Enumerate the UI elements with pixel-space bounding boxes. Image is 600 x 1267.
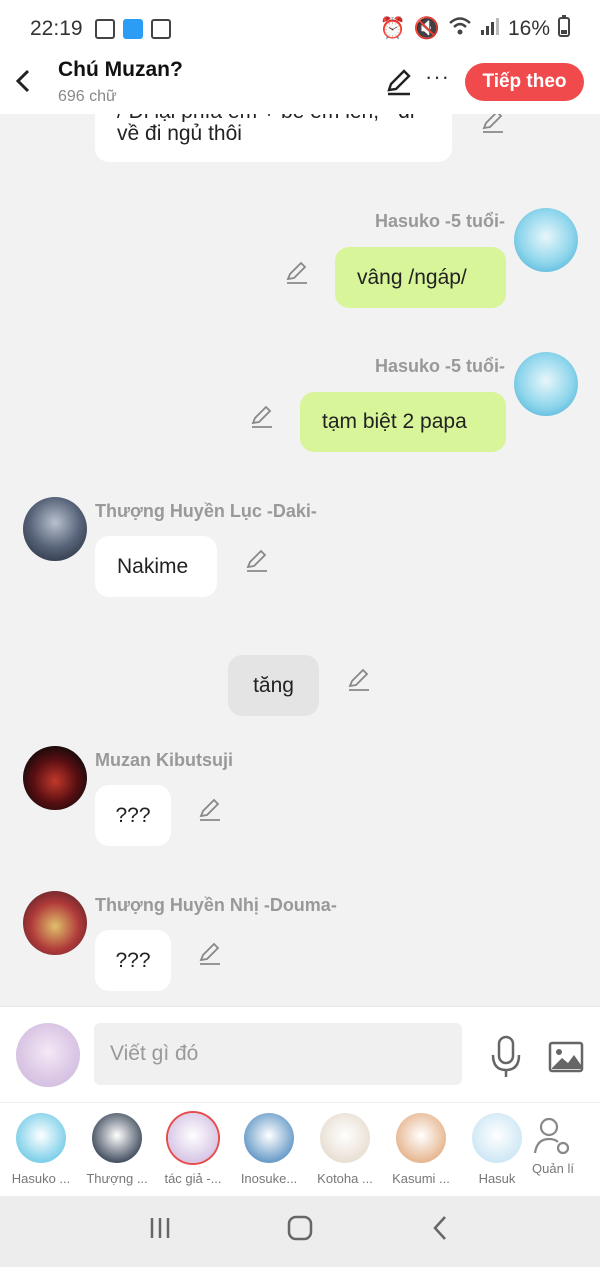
home-button[interactable] [270,1215,330,1248]
avatar[interactable] [514,208,578,272]
avatar[interactable] [514,352,578,416]
message-text: ??? [115,948,151,972]
character-avatar [396,1113,446,1163]
avatar[interactable] [23,746,87,810]
message-text: vâng /ngáp/ [357,265,467,289]
back-arrow-icon [15,69,30,93]
pencil-icon [387,69,411,96]
character-chip[interactable]: tác giả -... [155,1111,231,1186]
edit-message-icon[interactable] [244,547,270,573]
message-text: ??? [115,803,151,827]
edit-message-icon[interactable] [480,114,506,134]
word-count: 696 chữ [58,88,117,105]
sender-name: Muzan Kibutsuji [95,750,233,770]
character-avatar [244,1113,294,1163]
manage-user-icon [533,1117,570,1155]
mute-icon: 🔇 [413,17,440,40]
message-text: Nakime [117,554,189,578]
character-name: Thượng ... [86,1171,148,1186]
edit-message-icon[interactable] [197,796,223,822]
status-bar: 22:19 ⏰ 🔇 16% [0,0,600,58]
character-name: tác giả -... [164,1171,222,1186]
back-button[interactable] [0,58,46,104]
manage-characters-button[interactable]: Quản lí [515,1111,591,1176]
battery-icon [558,15,570,43]
sender-name: Thượng Huyền Lục -Daki- [95,501,317,521]
character-chip[interactable]: Kasumi ... [383,1111,459,1186]
message-bubble[interactable]: / Đi lại phía em + bế em lên, " đi về đi… [95,114,452,162]
character-strip: Hasuko ... Thượng ... tác giả -... Inosuke.… [0,1102,600,1196]
image-icon[interactable] [548,1041,584,1073]
recent-apps-button[interactable] [130,1216,190,1247]
gallery-notification-icon [94,19,115,39]
home-icon [287,1215,313,1241]
message-text: về đi ngủ thôi [117,122,242,145]
wifi-icon [448,16,472,42]
character-avatar [320,1113,370,1163]
cloud-notification-icon [122,19,143,39]
composer-bar: Viết gì đó [0,1006,600,1102]
current-speaker-avatar[interactable] [16,1023,80,1087]
character-chip[interactable]: Thượng ... [79,1111,155,1186]
signal-icon [480,16,500,42]
sender-name: Thượng Huyền Nhị -Douma- [95,895,337,915]
character-name: Kotoha ... [317,1171,373,1186]
avatar[interactable] [23,891,87,955]
character-avatar [16,1113,66,1163]
sender-name: Hasuko -5 tuổi- [374,356,505,376]
character-avatar [92,1113,142,1163]
avatar[interactable] [23,497,87,561]
character-name: Inosuke... [240,1171,298,1186]
app-notification-icon [150,19,171,39]
message-input[interactable]: Viết gì đó [94,1023,462,1085]
message-bubble[interactable]: Nakime [95,536,217,597]
edit-message-icon[interactable] [197,940,223,966]
character-chip[interactable]: Inosuke... [231,1111,307,1186]
character-chip[interactable]: Hasuko ... [3,1111,79,1186]
narration-text: tăng [253,673,294,697]
back-nav-button[interactable] [410,1215,470,1248]
recents-icon [150,1218,170,1238]
edit-title-button[interactable] [385,68,413,96]
microphone-icon[interactable] [490,1035,522,1079]
status-time: 22:19 [30,17,83,40]
narration-bubble[interactable]: tăng [228,655,319,716]
edit-message-icon[interactable] [346,666,372,692]
manage-label: Quản lí [532,1161,574,1176]
next-button[interactable]: Tiếp theo [465,63,584,101]
message-bubble[interactable]: ??? [95,785,171,846]
character-chip[interactable]: Kotoha ... [307,1111,383,1186]
battery-text: 16% [507,17,550,40]
alarm-icon: ⏰ [379,17,406,40]
chat-area: / Đi lại phía em + bế em lên, " đi về đi… [0,114,600,1006]
more-options-button[interactable]: ··· [425,64,450,90]
message-bubble[interactable]: ??? [95,930,171,991]
back-chevron-icon [433,1216,446,1240]
character-name: Kasumi ... [392,1171,450,1186]
page-title: Chú Muzan? [58,58,183,81]
edit-message-icon[interactable] [284,259,310,285]
message-text: tạm biệt 2 papa [322,410,467,433]
top-bar: Chú Muzan? 696 chữ ··· Tiếp theo [0,58,600,114]
message-bubble[interactable]: vâng /ngáp/ [335,247,506,308]
message-bubble[interactable]: tạm biệt 2 papa [300,392,506,452]
message-text-partial: / Đi lại phía em + bế em lên, " đi [117,114,415,122]
character-name: Hasuko ... [11,1171,71,1186]
edit-message-icon[interactable] [249,403,275,429]
system-nav-bar [0,1196,600,1267]
sender-name: Hasuko -5 tuổi- [374,211,505,231]
character-avatar [168,1113,218,1163]
